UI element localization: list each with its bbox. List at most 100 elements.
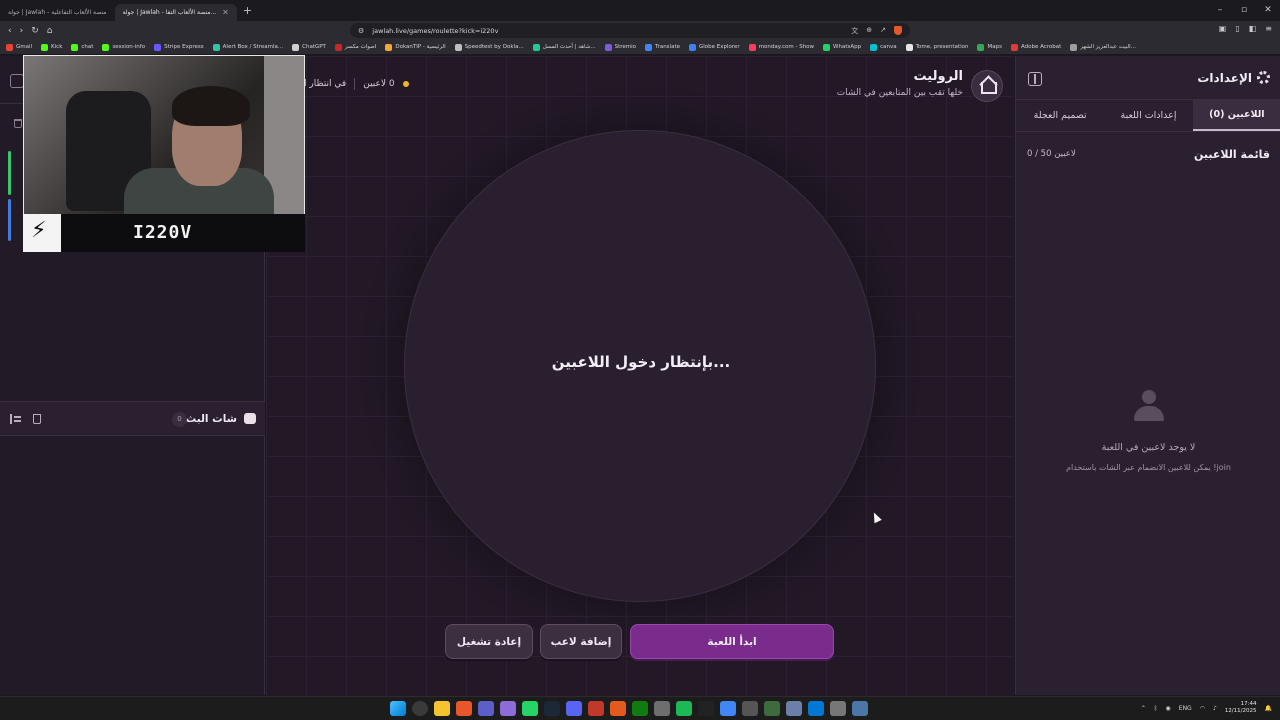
bookmark-item[interactable]: Maps [977,43,1002,51]
app-icon[interactable] [500,701,516,716]
home-icon[interactable] [971,70,1003,102]
tab-wheel-design[interactable]: تصميم العجلة [1016,100,1104,131]
bookmark-item[interactable]: session-info [102,43,145,51]
collapse-panel-icon[interactable] [10,74,24,88]
game-status: 0 لاعبين في انتظار ا [304,78,409,90]
chat-icon [244,413,256,424]
wallet-icon[interactable]: ◧ [1249,24,1257,33]
browser-tab-active[interactable]: جولة | Jawlah - منصة الألعاب التفا... ✕ [114,3,237,21]
bookmark-item[interactable]: Tome, presentation [905,43,968,51]
bookmark-item[interactable]: canva [870,43,897,51]
trash-icon[interactable] [14,119,22,128]
close-window-icon[interactable]: ✕ [1256,0,1280,21]
chat-align-icon[interactable] [10,414,21,424]
chrome-icon[interactable] [720,701,736,716]
site-info-icon[interactable]: ⚙ [358,27,364,35]
app-icon[interactable] [610,701,626,716]
bookmark-item[interactable]: Adobe Acrobat [1010,43,1061,51]
bookmark-item[interactable]: اصوات مكسر [334,43,376,51]
forward-icon[interactable]: › [20,26,24,36]
discord-icon[interactable] [566,701,582,716]
spotify-icon[interactable] [676,701,692,716]
bookmark-item[interactable]: Stremio [604,43,636,51]
notifications-icon[interactable]: 🔔 [1265,705,1272,712]
settings-app-icon[interactable] [830,701,846,716]
app-icon[interactable] [478,701,494,716]
gear-icon [1257,71,1270,84]
divider [354,78,356,90]
waiting-text: بإنتظار دخول اللاعبين... [551,353,731,371]
chat-header: شات البث 0 [0,401,265,436]
address-bar[interactable]: ⚙ jawlah.live/games/roulette?kick=i220v … [350,23,910,38]
file-explorer-icon[interactable] [434,701,450,716]
app-icon[interactable] [852,701,868,716]
nvidia-icon[interactable]: ◉ [1166,705,1171,712]
xbox-icon[interactable] [632,701,648,716]
app-icon[interactable] [786,701,802,716]
bookmark-item[interactable]: chat [71,43,93,51]
app-area: شات البث 0 0 لاعبين في انتظار ا الروليت … [0,55,1280,696]
bookmark-item[interactable]: Gmail [6,43,32,51]
bookmark-item[interactable]: Stripe Express [154,43,204,51]
bookmarks-bar: Gmail Kick chat session-info Stripe Expr… [0,40,1280,55]
brave-browser-icon[interactable] [456,701,472,716]
bookmark-item[interactable]: Speedtest by Ookla... [454,43,524,51]
browser-navbar: ‹ › ↻ ⌂ ⚙ jawlah.live/games/roulette?kic… [0,21,1280,40]
lightning-logo-icon [23,214,61,252]
obs-icon[interactable] [698,701,714,716]
whatsapp-icon[interactable] [522,701,538,716]
bookmark-item[interactable]: monday.com - Show [748,43,814,51]
bookmark-item[interactable]: Alert Box / Streamla... [212,43,283,51]
chat-trash-icon[interactable] [33,414,41,424]
volume-icon[interactable]: ♪ [1213,705,1217,712]
bluetooth-icon[interactable]: ᛒ [1154,705,1158,712]
players-status: 0 لاعبين [363,79,395,89]
app-icon[interactable] [588,701,604,716]
collapse-settings-icon[interactable] [1028,72,1042,86]
bookmark-item[interactable]: Globe Explorer [689,43,740,51]
new-tab-button[interactable]: + [243,4,252,17]
menu-icon[interactable]: ≡ [1265,24,1272,33]
bookmark-item[interactable]: WhatsApp [823,43,861,51]
empty-state-title: لا يوجد لاعبين في اللعبة [1101,442,1196,453]
sidebar-icon[interactable]: ▯ [1235,24,1239,33]
app-icon[interactable] [742,701,758,716]
add-player-button[interactable]: إضافة لاعب [540,624,622,659]
minimize-icon[interactable]: – [1208,0,1232,21]
steam-icon[interactable] [544,701,560,716]
clock[interactable]: 17:44 12/11/2025 [1225,701,1257,715]
chat-count-badge: 0 [172,412,187,427]
start-menu-icon[interactable] [390,701,406,716]
browser-tab[interactable]: جولة | Jawlah - منصة الألعاب التفاعلية [0,4,115,21]
app-icon[interactable] [808,701,824,716]
chevron-up-icon[interactable]: ⌃ [1141,705,1146,712]
tab-label: جولة | Jawlah - منصة الألعاب التفا... [122,8,217,16]
brave-shield-icon[interactable] [894,25,902,35]
bookmark-item[interactable]: Kick [41,43,62,51]
lang-indicator[interactable]: ENG [1179,705,1192,712]
bookmark-item[interactable]: البيت عبدالعزيز الشهر... [1070,43,1136,51]
bookmark-item[interactable]: شاهد | أحدث المسل... [532,43,596,51]
clock-date: 12/11/2025 [1224,708,1257,714]
translate-icon[interactable]: 文 [851,26,858,36]
zoom-icon[interactable]: ⊕ [866,26,872,36]
search-icon[interactable] [412,701,428,716]
back-icon[interactable]: ‹ [8,26,12,36]
roulette-wheel[interactable]: بإنتظار دخول اللاعبين... [404,130,876,602]
share-icon[interactable]: ↗ [880,26,886,36]
home-browser-icon[interactable]: ⌂ [47,26,53,36]
reload-icon[interactable]: ↻ [31,26,39,36]
app-icon[interactable] [764,701,780,716]
wifi-icon[interactable]: ◠ [1200,705,1205,712]
bookmark-item[interactable]: ChatGPT [292,43,326,51]
close-tab-icon[interactable]: ✕ [222,8,229,17]
bookmark-item[interactable]: Translate [645,43,680,51]
bookmark-item[interactable]: DokanTIP - الرئيسية [385,43,446,51]
tab-players[interactable]: اللاعبين (0) [1192,100,1280,131]
extension-icon[interactable]: ▣ [1219,24,1227,33]
app-icon[interactable] [654,701,670,716]
tab-game-settings[interactable]: إعدادات اللعبة [1104,100,1192,131]
reset-button[interactable]: إعادة تشغيل [445,624,533,659]
maximize-icon[interactable]: ▫ [1232,0,1256,21]
start-game-button[interactable]: ابدأ اللعبة [630,624,834,659]
